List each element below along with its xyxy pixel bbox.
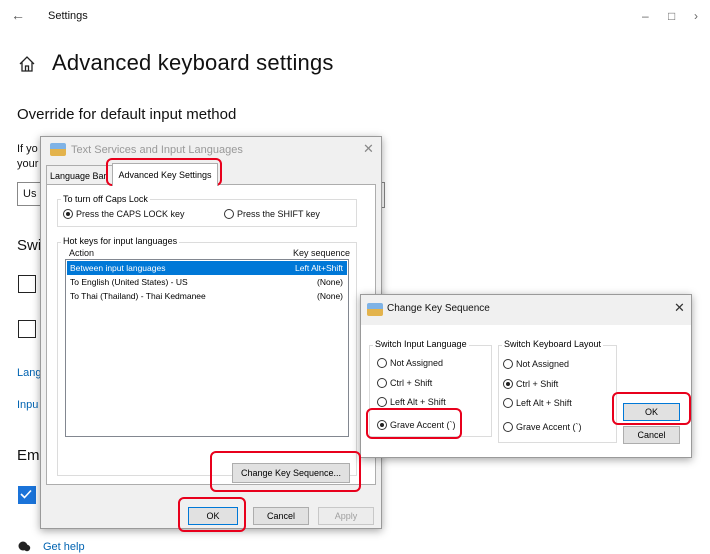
help-chat-icon — [18, 541, 31, 552]
radio-label: Press the SHIFT key — [237, 209, 320, 219]
radio-label: Ctrl + Shift — [516, 379, 559, 389]
tab-panel: To turn off Caps Lock Press the CAPS LOC… — [46, 184, 376, 485]
input-method-dropdown[interactable]: Us — [17, 182, 41, 206]
tab-label: Language Bar — [50, 171, 107, 181]
keyboard-icon — [367, 303, 383, 316]
section-title-override: Override for default input method — [17, 106, 237, 123]
get-help-link[interactable]: Get help — [43, 541, 85, 553]
radio-lang-left-alt-shift[interactable] — [377, 397, 387, 407]
cancel-button[interactable]: Cancel — [253, 507, 309, 525]
dialog-title: Change Key Sequence — [387, 303, 490, 314]
text-services-dialog: Text Services and Input Languages ✕ Lang… — [40, 136, 382, 529]
list-item[interactable]: To English (United States) - US (None) — [67, 275, 347, 289]
radio-label: Ctrl + Shift — [390, 378, 433, 388]
checkbox[interactable] — [18, 320, 36, 338]
row-action: To English (United States) - US — [70, 277, 188, 287]
input-link[interactable]: Inpu — [17, 399, 38, 411]
clipped-text: If yo — [17, 143, 38, 155]
radio-lang-not-assigned[interactable] — [377, 358, 387, 368]
radio-lang-ctrl-shift[interactable] — [377, 378, 387, 388]
checkmark-icon — [20, 489, 32, 499]
radio-label: Press the CAPS LOCK key — [76, 209, 185, 219]
minimize-icon[interactable]: – — [642, 9, 649, 23]
radio-layout-grave-accent[interactable] — [503, 422, 513, 432]
list-item[interactable]: Between input languages Left Alt+Shift — [67, 261, 347, 275]
tab-language-bar[interactable]: Language Bar — [46, 165, 116, 186]
cancel-button[interactable]: Cancel — [623, 426, 680, 444]
close-icon[interactable]: › — [694, 9, 698, 23]
group-label: Switch Keyboard Layout — [502, 339, 604, 349]
section-title-switch: Swi — [17, 237, 42, 254]
language-link[interactable]: Lang — [17, 367, 41, 379]
tab-label: Advanced Key Settings — [118, 170, 212, 180]
radio-shift[interactable] — [224, 209, 234, 219]
dialog-title: Text Services and Input Languages — [71, 144, 243, 156]
row-key: (None) — [317, 291, 343, 301]
change-key-sequence-button[interactable]: Change Key Sequence... — [232, 463, 350, 483]
row-action: Between input languages — [70, 263, 166, 273]
hotkeys-list[interactable]: Between input languages Left Alt+Shift T… — [65, 259, 349, 437]
dropdown-value: Us — [23, 188, 37, 200]
page-title: Advanced keyboard settings — [52, 50, 334, 75]
window-title: Settings — [48, 10, 88, 22]
apply-button[interactable]: Apply — [318, 507, 374, 525]
group-label: Switch Input Language — [373, 339, 469, 349]
checkbox-checked[interactable] — [18, 486, 36, 504]
change-key-sequence-dialog: Change Key Sequence ✕ Switch Input Langu… — [360, 294, 692, 458]
home-icon[interactable] — [17, 54, 37, 74]
radio-lang-grave-accent[interactable] — [377, 420, 387, 430]
keyboard-icon — [50, 143, 66, 156]
radio-label: Left Alt + Shift — [516, 398, 572, 408]
radio-layout-left-alt-shift[interactable] — [503, 398, 513, 408]
row-action: To Thai (Thailand) - Thai Kedmanee — [70, 291, 206, 301]
title-bar: ← Settings – □ › — [0, 0, 710, 32]
hotkeys-label: Hot keys for input languages — [61, 236, 180, 246]
caps-lock-label: To turn off Caps Lock — [61, 194, 150, 204]
radio-layout-not-assigned[interactable] — [503, 359, 513, 369]
checkbox[interactable] — [18, 275, 36, 293]
list-item[interactable]: To Thai (Thailand) - Thai Kedmanee (None… — [67, 289, 347, 303]
close-icon[interactable]: ✕ — [363, 141, 374, 157]
section-title-emoji: Em — [17, 447, 40, 464]
radio-label: Not Assigned — [516, 359, 570, 369]
column-header-action: Action — [69, 248, 95, 258]
close-icon[interactable]: ✕ — [674, 300, 685, 316]
row-key: Left Alt+Shift — [295, 263, 343, 273]
radio-caps-lock[interactable] — [63, 209, 73, 219]
clipped-text: your — [17, 158, 39, 170]
maximize-icon[interactable]: □ — [668, 9, 675, 23]
radio-layout-ctrl-shift[interactable] — [503, 379, 513, 389]
column-header-key: Key sequence — [293, 248, 351, 258]
radio-label: Left Alt + Shift — [390, 397, 446, 407]
row-key: (None) — [317, 277, 343, 287]
radio-label: Grave Accent (`) — [516, 422, 582, 432]
ok-button[interactable]: OK — [188, 507, 238, 525]
radio-label: Grave Accent (`) — [390, 420, 456, 430]
radio-label: Not Assigned — [390, 358, 444, 368]
tab-advanced-key-settings[interactable]: Advanced Key Settings — [112, 163, 218, 186]
back-arrow-icon[interactable]: ← — [11, 7, 25, 23]
ok-button[interactable]: OK — [623, 403, 680, 421]
